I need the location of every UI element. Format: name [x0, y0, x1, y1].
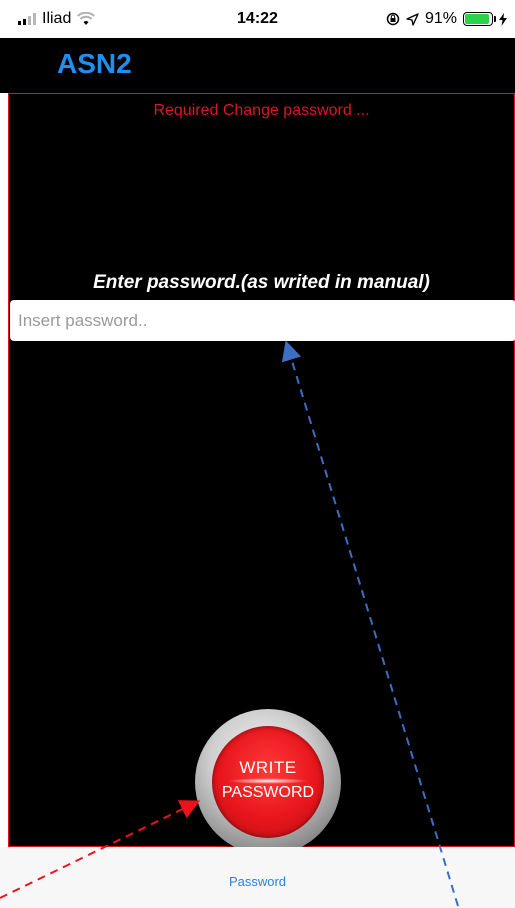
charging-icon — [499, 12, 507, 26]
location-icon — [406, 12, 419, 26]
write-password-button[interactable]: WRITE PASSWORD — [195, 709, 341, 855]
required-change-message: Required Change password ... — [153, 102, 370, 119]
password-instruction: Enter password.(as writed in manual) — [93, 272, 430, 293]
status-bar: Iliad 14:22 91% — [0, 0, 515, 38]
write-button-line1: WRITE — [239, 758, 297, 777]
tab-bar: Password — [0, 847, 515, 908]
battery-icon — [463, 12, 496, 26]
battery-fill — [465, 14, 489, 24]
write-button-line2: PASSWORD — [221, 784, 315, 801]
app-title: ASN2 — [57, 48, 132, 79]
rotation-lock-icon — [386, 12, 400, 26]
password-input[interactable] — [10, 300, 515, 341]
write-button-face: WRITE PASSWORD — [212, 726, 324, 838]
main-content: Required Change password ... Enter passw… — [8, 93, 515, 855]
app-screen: Iliad 14:22 91% ASN2 Required Change pas… — [0, 0, 515, 908]
tab-password[interactable]: Password — [0, 874, 515, 889]
battery-percent: 91% — [424, 10, 457, 27]
nav-bar: ASN2 — [0, 38, 515, 93]
status-right: 91% — [386, 10, 507, 28]
